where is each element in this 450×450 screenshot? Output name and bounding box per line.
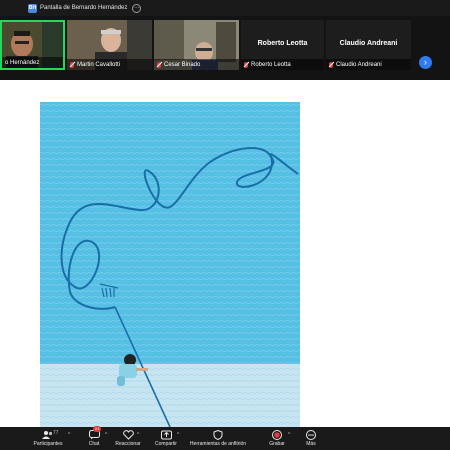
chat-icon: 21 <box>84 426 104 440</box>
share-title: Pantalla de Bernardo Hernández <box>40 5 128 11</box>
record-button[interactable]: Grabar <box>267 429 287 447</box>
share-label: Compartir <box>155 441 177 447</box>
participants-button[interactable]: Participantes <box>28 429 68 447</box>
mic-muted-icon <box>244 61 248 68</box>
chat-label: Chat <box>88 441 100 447</box>
participant-tile[interactable]: Cesar Binado <box>154 20 239 70</box>
participant-name: Claudio Andreani <box>336 61 382 68</box>
participant-tile[interactable]: Martin Cavallotti <box>67 20 152 70</box>
more-button[interactable]: Más <box>302 429 320 447</box>
participant-name: Cesar Binado <box>164 61 201 68</box>
more-label: Más <box>306 441 316 447</box>
chevron-up-icon[interactable]: ^ <box>68 432 70 438</box>
host-tools-label: Herramientas de anfitrión <box>189 441 247 447</box>
participant-display-name: Roberto Leotta <box>257 40 308 47</box>
react-label: Reaccionar <box>115 441 141 447</box>
participant-tile[interactable]: Claudio Andreani Claudio Andreani <box>326 20 411 70</box>
chevron-up-icon[interactable]: ^ <box>177 432 179 438</box>
share-button[interactable]: Compartir <box>152 429 180 447</box>
meeting-toolbar: Participantes 77 ^ 21 Chat ^ Reaccionar … <box>0 426 450 450</box>
record-label: Grabar <box>269 441 285 447</box>
participant-gallery: o Hernández Martin Cavallotti Cesar Bina… <box>0 16 450 80</box>
more-options-icon[interactable]: … <box>132 3 142 13</box>
chevron-up-icon[interactable]: ^ <box>105 432 107 438</box>
shield-icon <box>188 429 248 440</box>
record-icon <box>267 429 287 440</box>
participants-count: 77 <box>53 430 59 436</box>
participant-name: Roberto Leotta <box>251 61 291 68</box>
participant-name: o Hernández <box>5 59 40 66</box>
more-icon <box>302 429 320 440</box>
chevron-up-icon[interactable]: ^ <box>288 432 290 438</box>
shared-screen <box>0 80 450 427</box>
mic-muted-icon <box>157 61 161 68</box>
shared-image <box>40 102 300 427</box>
participant-tile[interactable]: o Hernández <box>0 20 65 70</box>
pool-water <box>40 102 300 364</box>
participants-icon <box>28 429 68 440</box>
sharer-avatar-badge: BH <box>28 3 37 13</box>
host-tools-button[interactable]: Herramientas de anfitrión <box>188 429 248 447</box>
share-title-bar: BH Pantalla de Bernardo Hernández … <box>0 0 450 16</box>
chat-unread-badge: 21 <box>93 426 102 432</box>
participant-display-name: Claudio Andreani <box>339 40 398 47</box>
mic-muted-icon <box>70 61 74 68</box>
participant-tile[interactable]: Roberto Leotta Roberto Leotta <box>241 20 324 70</box>
pool-deck <box>40 364 300 427</box>
participant-name: Martin Cavallotti <box>77 61 121 68</box>
chevron-up-icon[interactable]: ^ <box>137 432 139 438</box>
participants-label: Participantes <box>33 441 63 447</box>
share-screen-icon <box>152 429 180 440</box>
chat-button[interactable]: 21 Chat <box>84 426 104 447</box>
mic-muted-icon <box>329 61 333 68</box>
chevron-right-icon[interactable]: › <box>419 56 432 69</box>
